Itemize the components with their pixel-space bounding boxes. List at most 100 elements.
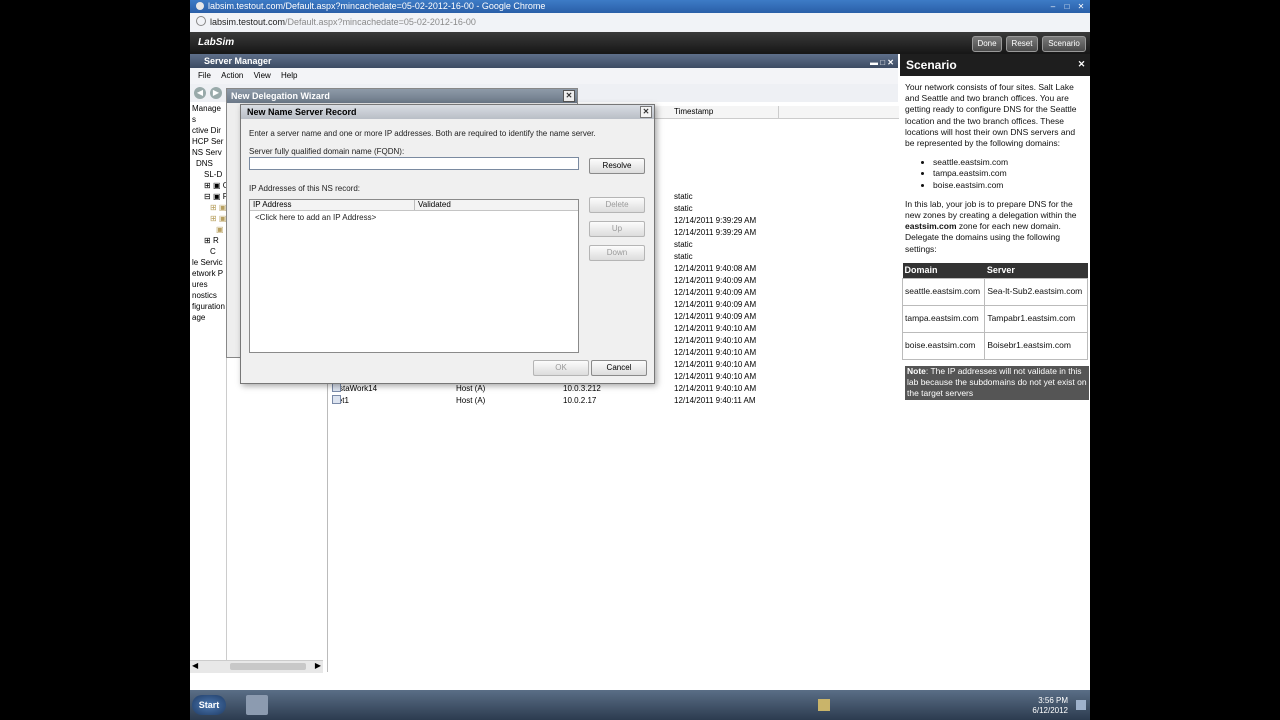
- column-divider[interactable]: [778, 106, 779, 118]
- address-bar[interactable]: labsim.testout.com/Default.aspx?mincache…: [190, 13, 1090, 33]
- zone-icon[interactable]: ▣: [216, 225, 224, 234]
- tree-item[interactable]: ⊞ R: [204, 236, 219, 245]
- tree-item[interactable]: ures: [192, 280, 208, 289]
- scroll-thumb[interactable]: [230, 663, 306, 670]
- browser-window: labsim.testout.com/Default.aspx?mincache…: [190, 0, 1090, 720]
- close-icon[interactable]: ✕: [1076, 2, 1086, 12]
- tree-item[interactable]: C: [210, 247, 216, 256]
- scenario-note: Note: The IP addresses will not validate…: [905, 366, 1089, 400]
- zone-icon[interactable]: ⊞ ▣: [210, 203, 226, 212]
- record-timestamp: 12/14/2011 9:40:10 AM: [674, 348, 757, 357]
- table-cell: boise.eastsim.com: [901, 332, 986, 361]
- tree-item[interactable]: le Servic: [192, 258, 223, 267]
- record-timestamp: 12/14/2011 9:40:09 AM: [674, 312, 757, 321]
- menu-view[interactable]: View: [254, 71, 271, 80]
- scenario-close-icon[interactable]: ✕: [1077, 60, 1086, 69]
- fqdn-input[interactable]: [249, 157, 579, 170]
- tree-horizontal-scrollbar[interactable]: ◀ ▶: [190, 660, 323, 673]
- system-clock[interactable]: 3:56 PM 6/12/2012: [1032, 696, 1068, 716]
- server-manager-title: Server Manager: [204, 56, 272, 66]
- forward-arrow-icon[interactable]: ▶: [210, 87, 222, 99]
- folder-icon: ▣: [212, 192, 221, 201]
- ok-button[interactable]: OK: [533, 360, 589, 376]
- record-timestamp: 12/14/2011 9:40:10 AM: [674, 360, 757, 369]
- menu-file[interactable]: File: [198, 71, 211, 80]
- menu-help[interactable]: Help: [281, 71, 297, 80]
- clock-time: 3:56 PM: [1038, 696, 1068, 705]
- wizard-close-icon[interactable]: ✕: [563, 90, 575, 102]
- host-record-icon: [332, 395, 341, 404]
- scenario-button[interactable]: Scenario: [1042, 36, 1086, 52]
- delete-button[interactable]: Delete: [589, 197, 645, 213]
- tree-item-dns[interactable]: DNS: [196, 159, 213, 168]
- scenario-task-zone: eastsim.com: [905, 221, 957, 232]
- tree-item[interactable]: ⊟ ▣ F: [204, 192, 226, 201]
- clock-date: 6/12/2012: [1032, 706, 1068, 715]
- scenario-task-text: In this lab, your job is to prepare DNS …: [905, 198, 1077, 221]
- tree-expand-icon[interactable]: ⊞: [204, 236, 211, 245]
- tree-item[interactable]: ⊞ ▣ G: [204, 181, 226, 190]
- tree-item[interactable]: ctive Dir: [192, 126, 221, 135]
- reset-button[interactable]: Reset: [1006, 36, 1038, 52]
- show-desktop-icon[interactable]: [1076, 700, 1086, 710]
- table-cell: tampa.eastsim.com: [901, 305, 986, 334]
- record-timestamp: 12/14/2011 9:40:10 AM: [674, 336, 757, 345]
- column-divider[interactable]: [414, 200, 415, 210]
- tree-item[interactable]: HCP Ser: [192, 137, 223, 146]
- table-row[interactable]: VistaWork14 Host (A) 10.0.3.212 12/14/2011 …: [328, 383, 899, 395]
- record-timestamp: static: [674, 204, 693, 213]
- table-row: seattle.eastsim.com Sea-lt-Sub2.eastsim.…: [901, 278, 1088, 307]
- resolve-button[interactable]: Resolve: [589, 158, 645, 174]
- down-button[interactable]: Down: [589, 245, 645, 261]
- ns-instruction: Enter a server name and one or more IP a…: [249, 129, 596, 138]
- domain-list-item: tampa.eastsim.com: [933, 168, 1085, 179]
- host-record-icon: [332, 383, 341, 392]
- tree-item[interactable]: nostics: [192, 291, 217, 300]
- page-info-icon[interactable]: [196, 16, 206, 26]
- note-label: Note: [907, 366, 926, 377]
- tree-item[interactable]: s: [192, 115, 196, 124]
- network-tray-icon[interactable]: [818, 699, 830, 711]
- tree-item[interactable]: NS Serv: [192, 148, 222, 157]
- scroll-left-icon[interactable]: ◀: [192, 661, 198, 670]
- table-header-row: Domain Server: [902, 262, 1088, 279]
- maximize-icon[interactable]: □: [1062, 2, 1072, 12]
- up-button[interactable]: Up: [589, 221, 645, 237]
- column-header-timestamp[interactable]: Timestamp: [674, 106, 713, 118]
- record-type: Host (A): [456, 396, 486, 405]
- record-data: 10.0.3.212: [563, 384, 601, 393]
- url-host: labsim.testout.com: [210, 17, 286, 27]
- table-row: boise.eastsim.com Boisebr1.eastsim.com: [901, 332, 1088, 361]
- tree-item[interactable]: Manage: [192, 104, 221, 113]
- tree-item[interactable]: etwork P: [192, 269, 223, 278]
- scroll-right-icon[interactable]: ▶: [315, 661, 321, 670]
- table-row[interactable]: Net1 Host (A) 10.0.2.17 12/14/2011 9:40:11 …: [328, 395, 899, 407]
- tree-item-server[interactable]: SL-D: [204, 170, 222, 179]
- validated-column-header[interactable]: Validated: [418, 200, 451, 210]
- tree-item[interactable]: age: [192, 313, 205, 322]
- done-button[interactable]: Done: [972, 36, 1002, 52]
- ns-dialog-close-icon[interactable]: ✕: [640, 106, 652, 118]
- zone-icon[interactable]: ⊞ ▣: [210, 214, 226, 223]
- tree-expand-icon[interactable]: ⊞: [204, 181, 211, 190]
- window-controls: – □ ✕: [1044, 0, 1086, 13]
- domain-column-header: Domain: [902, 262, 985, 279]
- scenario-header: Scenario ✕: [900, 54, 1090, 76]
- cancel-button[interactable]: Cancel: [591, 360, 647, 376]
- record-timestamp: static: [674, 240, 693, 249]
- tree-item[interactable]: figuration: [192, 302, 225, 311]
- minimize-icon[interactable]: –: [1048, 2, 1058, 12]
- ns-dialog-title: New Name Server Record: [247, 107, 357, 117]
- menu-action[interactable]: Action: [221, 71, 243, 80]
- start-button[interactable]: Start: [192, 695, 226, 715]
- record-timestamp: 12/14/2011 9:40:08 AM: [674, 264, 757, 273]
- record-timestamp: 12/14/2011 9:40:10 AM: [674, 372, 757, 381]
- back-arrow-icon[interactable]: ◀: [194, 87, 206, 99]
- ip-column-header[interactable]: IP Address: [253, 200, 292, 210]
- fqdn-label: Server fully qualified domain name (FQDN…: [249, 147, 405, 156]
- tree-collapse-icon[interactable]: ⊟: [204, 192, 211, 201]
- ns-dialog-title-bar: New Name Server Record ✕: [241, 105, 654, 119]
- add-ip-address-row[interactable]: <Click here to add an IP Address>: [255, 213, 376, 222]
- record-timestamp: 12/14/2011 9:40:09 AM: [674, 288, 757, 297]
- server-manager-taskbar-icon[interactable]: [246, 695, 268, 715]
